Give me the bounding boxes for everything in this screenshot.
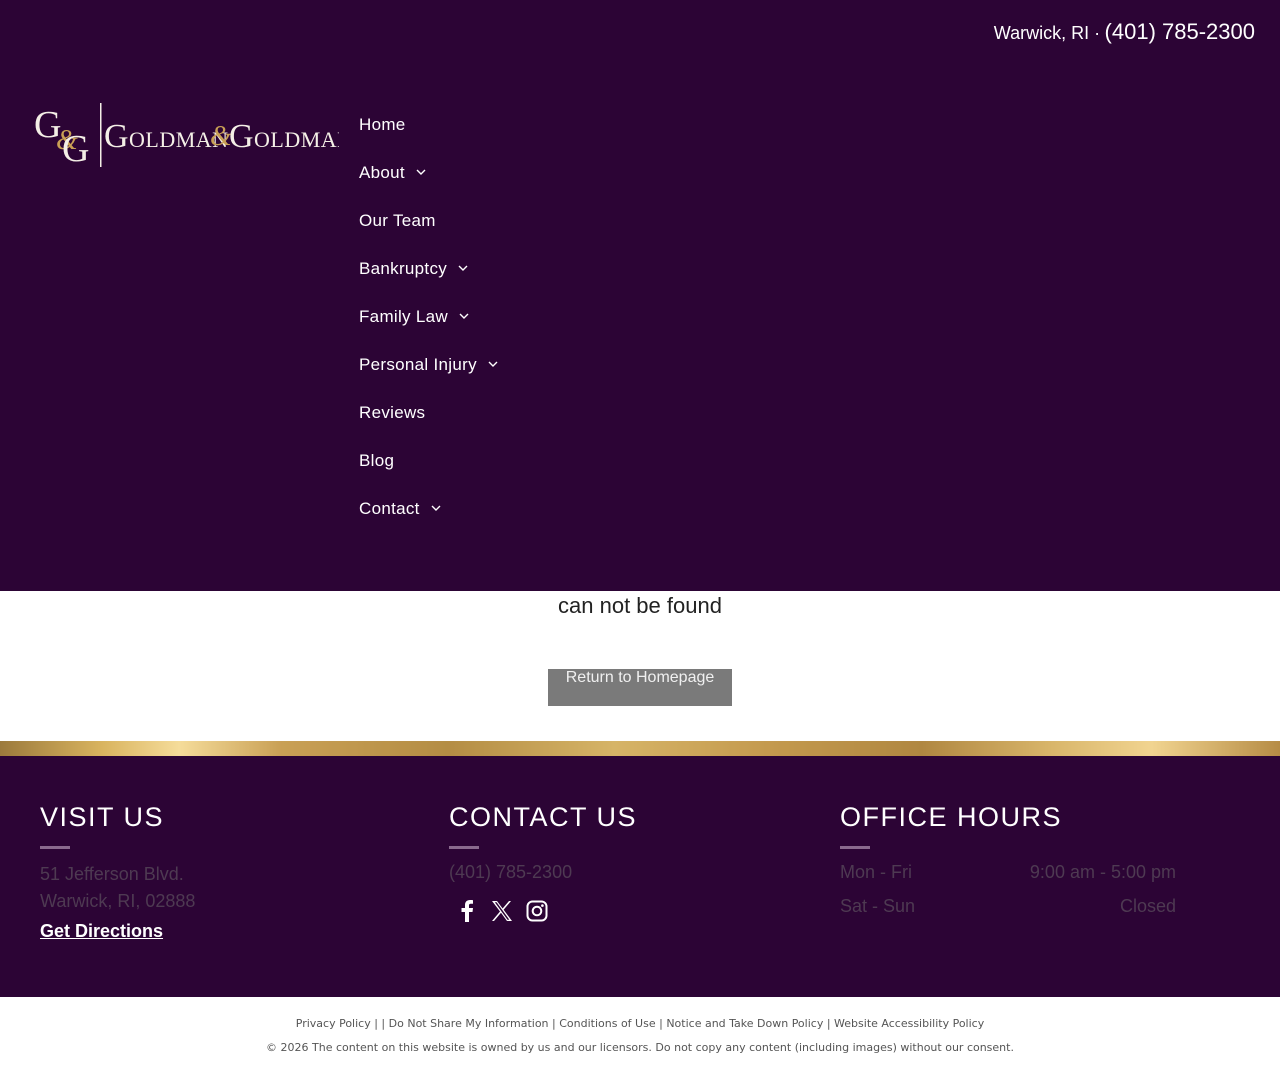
- x-twitter-icon[interactable]: [489, 898, 515, 924]
- site-footer: VISIT US 51 Jefferson Blvd. Warwick, RI,…: [0, 756, 1280, 997]
- nav-label: Bankruptcy: [359, 259, 448, 278]
- hours-days: Mon - Fri: [840, 862, 912, 882]
- logo-graphic: G & G G OLDMAN & G OLDMAN: [34, 103, 353, 170]
- get-directions-link[interactable]: Get Directions: [40, 921, 163, 942]
- header-contact: Warwick, RI · (401) 785-2300: [955, 16, 1255, 50]
- hours-time: Closed: [1119, 896, 1176, 916]
- title-underline: [449, 846, 479, 849]
- svg-text:OLDMAN: OLDMAN: [254, 127, 339, 152]
- footer-phone[interactable]: (401) 785-2300: [449, 862, 637, 883]
- accessibility-policy-link[interactable]: Website Accessibility Policy: [834, 1017, 984, 1030]
- office-hours-title: OFFICE HOURS: [840, 802, 1063, 832]
- site-header: Warwick, RI · (401) 785-2300 G & G G OLD…: [0, 0, 1280, 591]
- nav-item-home[interactable]: Home: [359, 101, 499, 149]
- chevron-down-icon: [431, 505, 441, 511]
- nav-item-bankruptcy[interactable]: Bankruptcy: [359, 245, 499, 293]
- nav-item-contact[interactable]: Contact: [359, 485, 499, 533]
- nav-item-our-team[interactable]: Our Team: [359, 197, 499, 245]
- hours-time: 9:00 am - 5:00 pm: [1029, 862, 1176, 882]
- svg-text:G: G: [104, 118, 129, 155]
- title-underline: [840, 846, 870, 849]
- notice-takedown-link[interactable]: Notice and Take Down Policy: [666, 1017, 823, 1030]
- address-line-1: 51 Jefferson Blvd.: [40, 864, 184, 884]
- nav-item-blog[interactable]: Blog: [359, 437, 499, 485]
- nav-label: Personal Injury: [359, 355, 477, 374]
- chevron-down-icon: [459, 313, 469, 319]
- legal-bar: Privacy Policy | | Do Not Share My Infor…: [0, 997, 1280, 1069]
- return-home-label: Return to Homepage: [565, 669, 715, 686]
- nav-label: Home: [359, 115, 406, 134]
- svg-text:G: G: [62, 128, 89, 167]
- hours-row: Mon - Fri 9:00 am - 5:00 pm: [840, 855, 1176, 889]
- privacy-policy-link[interactable]: Privacy Policy: [296, 1017, 371, 1030]
- nav-label: Our Team: [359, 211, 436, 230]
- conditions-of-use-link[interactable]: Conditions of Use: [559, 1017, 655, 1030]
- contact-us-section: CONTACT US (401) 785-2300: [449, 802, 637, 924]
- svg-text:G: G: [229, 118, 254, 155]
- title-underline: [40, 846, 70, 849]
- site-logo[interactable]: G & G G OLDMAN & G OLDMAN: [34, 103, 353, 170]
- instagram-icon[interactable]: [524, 898, 550, 924]
- nav-label: Family Law: [359, 307, 448, 326]
- hours-table: Mon - Fri 9:00 am - 5:00 pm Sat - Sun Cl…: [840, 855, 1176, 923]
- nav-label: Contact: [359, 499, 420, 518]
- legal-links: Privacy Policy | | Do Not Share My Infor…: [295, 1017, 985, 1030]
- chevron-down-icon: [416, 169, 426, 175]
- main-content: can not be found Return to Homepage: [0, 591, 1280, 741]
- visit-us-section: VISIT US 51 Jefferson Blvd. Warwick, RI,…: [40, 802, 195, 942]
- copyright-text: © 2026 The content on this website is ow…: [266, 1041, 1014, 1054]
- visit-us-title: VISIT US: [40, 802, 165, 832]
- return-home-button[interactable]: Return to Homepage: [548, 669, 732, 706]
- office-hours-section: OFFICE HOURS Mon - Fri 9:00 am - 5:00 pm…: [840, 802, 1176, 923]
- nav-label: Reviews: [359, 403, 426, 422]
- main-nav: Home About Our Team Bankruptcy Family La…: [359, 101, 499, 533]
- header-phone-link[interactable]: (401) 785-2300: [1105, 19, 1255, 44]
- nav-item-personal-injury[interactable]: Personal Injury: [359, 341, 499, 389]
- nav-label: Blog: [359, 451, 395, 470]
- address-line-2: Warwick, RI, 02888: [40, 891, 196, 911]
- nav-item-family-law[interactable]: Family Law: [359, 293, 499, 341]
- social-links: [454, 898, 637, 924]
- facebook-icon[interactable]: [454, 898, 480, 924]
- nav-item-reviews[interactable]: Reviews: [359, 389, 499, 437]
- nav-label: About: [359, 163, 405, 182]
- gold-divider: [0, 741, 1280, 756]
- not-found-message: can not be found: [558, 593, 722, 618]
- do-not-share-link[interactable]: Do Not Share My Information: [389, 1017, 549, 1030]
- chevron-down-icon: [458, 265, 468, 271]
- chevron-down-icon: [488, 361, 498, 367]
- address: 51 Jefferson Blvd. Warwick, RI, 02888: [40, 861, 195, 915]
- nav-item-about[interactable]: About: [359, 149, 499, 197]
- header-city: Warwick, RI ·: [993, 23, 1101, 43]
- hours-row: Sat - Sun Closed: [840, 889, 1176, 923]
- contact-us-title: CONTACT US: [449, 802, 638, 832]
- hours-days: Sat - Sun: [840, 896, 916, 916]
